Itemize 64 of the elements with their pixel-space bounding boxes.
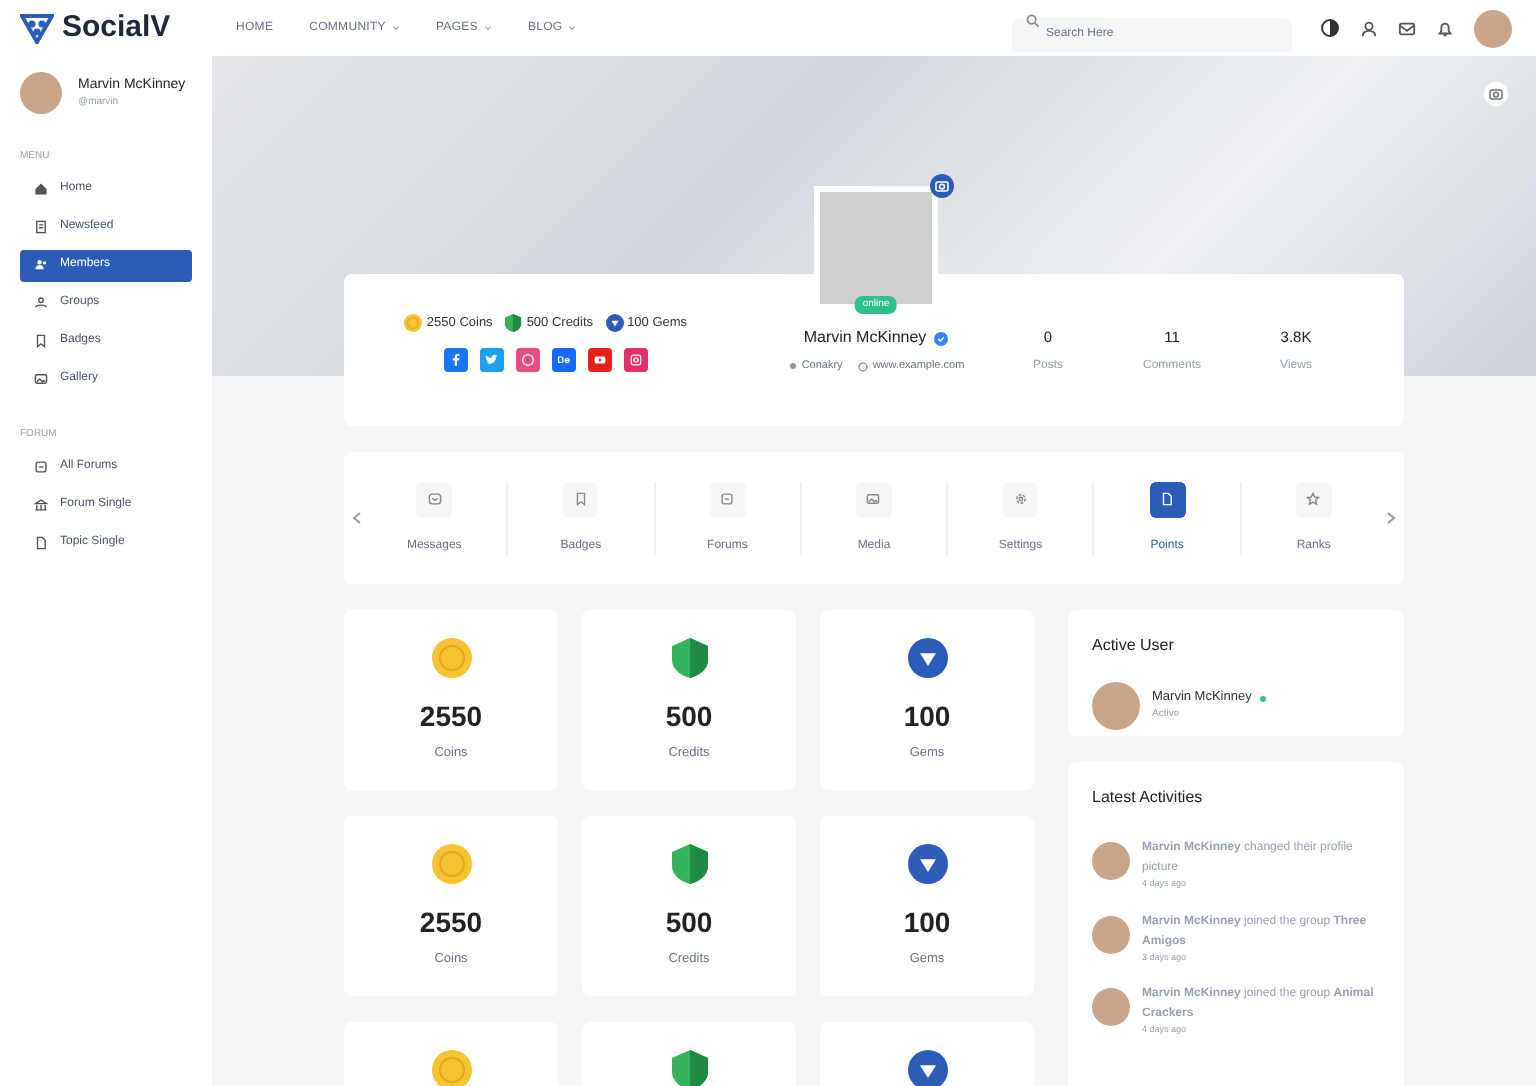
caret-icon [483, 24, 492, 32]
user-icon[interactable] [1360, 19, 1378, 37]
profile-name: Marvin McKinney [803, 326, 927, 350]
avatar [1092, 682, 1140, 730]
settings-icon [1013, 492, 1028, 506]
avatar [1092, 915, 1130, 954]
twitter-icon[interactable] [480, 347, 504, 372]
coin-icon [431, 1050, 471, 1086]
instagram-icon[interactable] [624, 347, 648, 372]
brand-name: SocialV [62, 7, 171, 48]
shield-icon [669, 844, 709, 884]
gem-icon [907, 638, 947, 678]
camera-icon[interactable] [1484, 82, 1508, 106]
coin-icon [404, 314, 423, 333]
avatar [20, 72, 62, 114]
chevron-left-icon[interactable] [352, 512, 362, 524]
points-value: 2550 [419, 698, 483, 736]
location-icon [787, 361, 798, 372]
facebook-icon[interactable] [444, 347, 468, 372]
points-value: 100 [903, 698, 951, 736]
document-icon [34, 220, 48, 234]
card-title: Active User [1092, 634, 1176, 658]
document-icon [1160, 492, 1175, 506]
chat-icon [34, 459, 48, 473]
dribbble-icon[interactable] [516, 347, 540, 372]
shield-icon [669, 1050, 709, 1086]
avatar [1092, 988, 1130, 1027]
caret-icon [568, 24, 577, 32]
home-icon [34, 182, 48, 196]
image-icon [866, 492, 881, 506]
contrast-icon[interactable] [1320, 18, 1340, 38]
chat-icon [720, 492, 735, 506]
message-icon [427, 492, 442, 506]
avatar[interactable] [1474, 9, 1512, 47]
avatar [1092, 841, 1130, 880]
camera-icon[interactable] [930, 174, 954, 198]
globe-icon [858, 361, 869, 372]
logo-icon [20, 13, 54, 43]
building-icon [34, 497, 48, 511]
card-title: Latest Activities [1092, 785, 1205, 810]
bookmark-icon [573, 492, 588, 506]
gem-icon [605, 314, 624, 333]
image-icon [34, 372, 48, 386]
caret-icon [391, 24, 400, 32]
points-value: 2550 [419, 904, 483, 942]
search-icon [1026, 14, 1040, 28]
coin-icon [431, 638, 471, 678]
behance-icon[interactable] [552, 347, 576, 372]
shield-icon [504, 314, 523, 333]
points-value: 500 [665, 904, 713, 942]
group-icon [34, 296, 48, 310]
youtube-icon[interactable] [588, 347, 612, 372]
users-icon [34, 258, 48, 272]
points-value: 500 [665, 698, 713, 736]
bell-icon[interactable] [1436, 19, 1454, 37]
star-icon [1306, 492, 1321, 506]
bookmark-icon [34, 334, 48, 348]
document-icon [34, 535, 48, 549]
chevron-right-icon[interactable] [1386, 512, 1396, 524]
mail-icon[interactable] [1398, 19, 1416, 37]
points-value: 100 [903, 904, 951, 942]
gem-icon [907, 844, 947, 884]
shield-icon [669, 638, 709, 678]
coin-icon [431, 844, 471, 884]
